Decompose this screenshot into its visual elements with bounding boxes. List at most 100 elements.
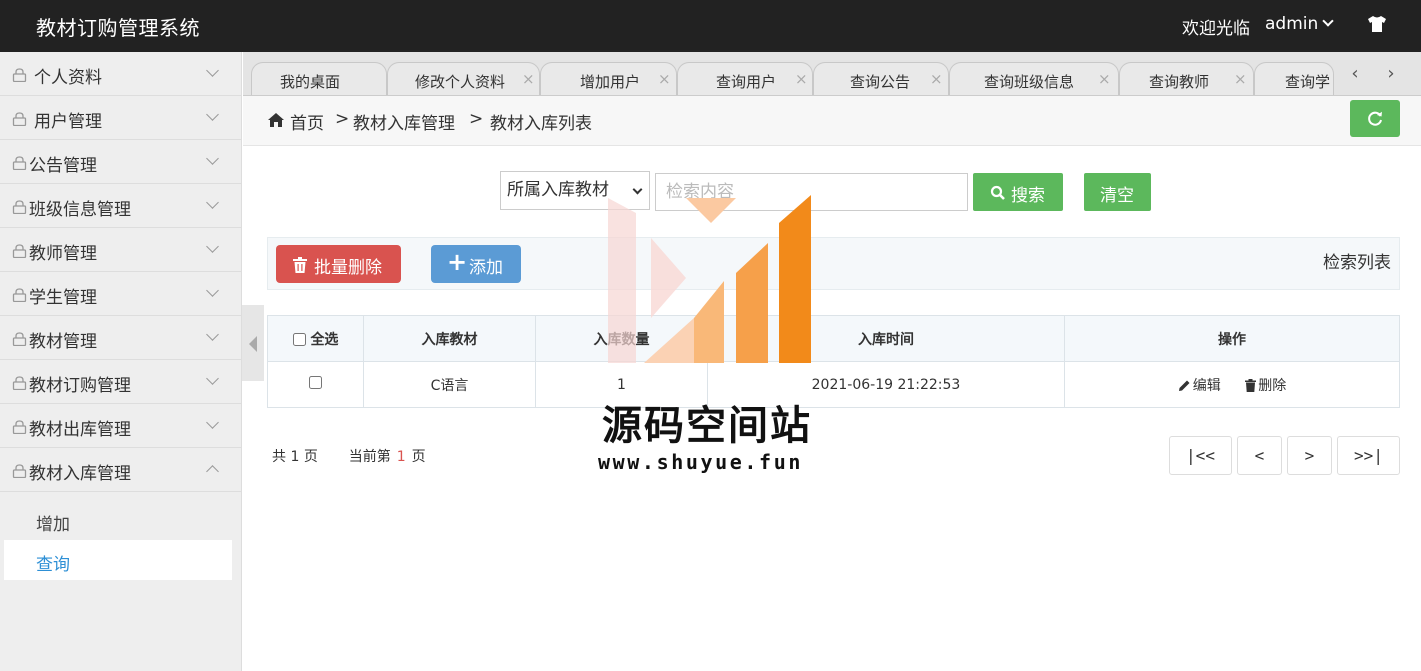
triangle-left-icon	[249, 336, 257, 352]
sidebar-item-classes[interactable]: 班级信息管理	[0, 184, 241, 228]
watermark-url: www.shuyue.fun	[598, 450, 803, 474]
current-prefix: 当前第	[348, 449, 391, 465]
sidebar-item-orders[interactable]: 教材订购管理	[0, 360, 241, 404]
sidebar-item-materials[interactable]: 教材管理	[0, 316, 241, 360]
submenu-item-add[interactable]: 增加	[4, 500, 232, 540]
close-icon[interactable]: ×	[930, 70, 943, 88]
lock-icon	[12, 420, 27, 434]
sidebar-item-label: 教材出库管理	[29, 420, 131, 440]
tab-7[interactable]: 查询学	[1254, 62, 1334, 95]
clear-button-label: 清空	[1100, 186, 1134, 206]
breadcrumb-current: 教材入库列表	[490, 114, 592, 134]
tab-2[interactable]: 增加用户 ×	[540, 62, 677, 95]
tab-label: 我的桌面	[280, 73, 341, 91]
tab-6[interactable]: 查询教师 ×	[1119, 62, 1254, 95]
sidebar-item-label: 公告管理	[29, 156, 97, 176]
close-icon[interactable]: ×	[658, 70, 671, 88]
home-icon	[268, 113, 284, 127]
close-icon[interactable]: ×	[1098, 70, 1111, 88]
tab-scroll-right-button[interactable]: ›	[1374, 60, 1408, 90]
select-all-label: 全选	[310, 331, 339, 348]
chevron-up-icon	[206, 465, 219, 478]
current-page: 1	[396, 449, 406, 465]
sidebar-item-outbound[interactable]: 教材出库管理	[0, 404, 241, 448]
search-icon	[990, 185, 1005, 200]
lock-icon	[12, 156, 27, 170]
sidebar-item-label: 用户管理	[34, 112, 102, 132]
select-all-checkbox[interactable]	[292, 332, 306, 346]
row-checkbox[interactable]	[309, 376, 322, 389]
sidebar-item-students[interactable]: 学生管理	[0, 272, 241, 316]
chevron-down-icon	[206, 108, 219, 121]
chevron-down-icon	[206, 284, 219, 297]
tab-1[interactable]: 修改个人资料 ×	[387, 62, 540, 95]
tab-label: 修改个人资料	[415, 73, 506, 91]
close-icon[interactable]: ×	[1234, 70, 1247, 88]
sidebar-item-users[interactable]: 用户管理	[0, 96, 241, 140]
sidebar-item-label: 教材管理	[29, 332, 97, 352]
sidebar-collapse-handle[interactable]	[242, 305, 264, 381]
tab-0[interactable]: 我的桌面	[251, 62, 387, 95]
cell-actions: 编辑 删除	[1064, 361, 1400, 408]
search-button[interactable]: 搜索	[973, 173, 1063, 211]
last-page-button[interactable]: >>|	[1337, 436, 1400, 475]
delete-link[interactable]: 删除	[1245, 378, 1286, 394]
close-icon[interactable]: ×	[522, 70, 535, 88]
first-page-button[interactable]: |<<	[1169, 436, 1232, 475]
submenu-item-label: 增加	[36, 515, 70, 535]
close-icon[interactable]: ×	[795, 70, 808, 88]
clear-button[interactable]: 清空	[1084, 173, 1151, 211]
cell-material: C语言	[363, 361, 536, 408]
tab-label: 增加用户	[580, 73, 641, 91]
sidebar-item-inbound[interactable]: 教材入库管理	[0, 448, 241, 492]
search-input[interactable]	[655, 173, 968, 211]
lock-icon	[12, 200, 27, 214]
sidebar-item-profile[interactable]: 个人资料	[0, 52, 241, 96]
cell-time: 2021-06-19 21:22:53	[707, 361, 1065, 408]
sidebar-item-teachers[interactable]: 教师管理	[0, 228, 241, 272]
edit-label: 编辑	[1192, 377, 1221, 394]
add-button-label: 添加	[469, 258, 503, 278]
tab-4[interactable]: 查询公告 ×	[813, 62, 949, 95]
tab-scroll-left-button[interactable]: ‹	[1338, 60, 1372, 90]
total-prefix: 共	[272, 449, 286, 465]
breadcrumb-level2[interactable]: 教材入库管理	[353, 109, 455, 134]
tshirt-icon[interactable]	[1366, 13, 1388, 35]
lock-icon	[12, 332, 27, 346]
prev-page-button[interactable]: <	[1237, 436, 1282, 475]
search-field-select[interactable]: 所属入库教材	[500, 171, 650, 210]
chevron-down-icon	[206, 152, 219, 165]
next-page-button[interactable]: >	[1287, 436, 1332, 475]
chevron-down-icon	[206, 416, 219, 429]
username: admin	[1265, 14, 1319, 34]
table-header-row: 全选 入库教材 入库数量 入库时间 操作	[267, 315, 1400, 362]
sidebar-item-notices[interactable]: 公告管理	[0, 140, 241, 184]
column-header: 入库教材	[363, 315, 536, 362]
lock-icon	[12, 376, 27, 390]
chevron-down-icon	[206, 240, 219, 253]
refresh-button[interactable]	[1350, 100, 1400, 137]
current-suffix: 页	[411, 449, 426, 465]
batch-delete-button[interactable]: 批量删除	[276, 245, 401, 283]
breadcrumb-separator: >	[335, 109, 350, 129]
app-title: 教材订购管理系统	[36, 16, 200, 40]
submenu-item-label: 查询	[36, 555, 70, 575]
add-button[interactable]: + 添加	[431, 245, 521, 283]
tab-label: 查询用户	[716, 73, 777, 91]
tab-5[interactable]: 查询班级信息 ×	[949, 62, 1119, 95]
breadcrumb-home[interactable]: 首页	[290, 109, 324, 134]
edit-link[interactable]: 编辑	[1178, 378, 1225, 394]
submenu-item-query[interactable]: 查询	[4, 540, 232, 580]
user-menu[interactable]: admin	[1265, 14, 1334, 34]
tab-3[interactable]: 查询用户 ×	[677, 62, 813, 95]
total-suffix: 页	[303, 449, 318, 465]
page-info: 共 1 页 当前第 1 页	[272, 446, 426, 466]
welcome-text: 欢迎光临	[1182, 19, 1250, 39]
tab-label: 查询学	[1285, 73, 1331, 91]
batch-delete-label: 批量删除	[314, 258, 382, 278]
table-row: C语言 1 2021-06-19 21:22:53 编辑 删除	[267, 361, 1400, 408]
tab-label: 查询公告	[850, 73, 911, 91]
select-all-header[interactable]: 全选	[267, 315, 364, 362]
sidebar: 个人资料用户管理公告管理班级信息管理 教师管理 学生管理教材管理教材订购管理教材出库…	[0, 52, 242, 671]
column-header: 操作	[1064, 315, 1400, 362]
